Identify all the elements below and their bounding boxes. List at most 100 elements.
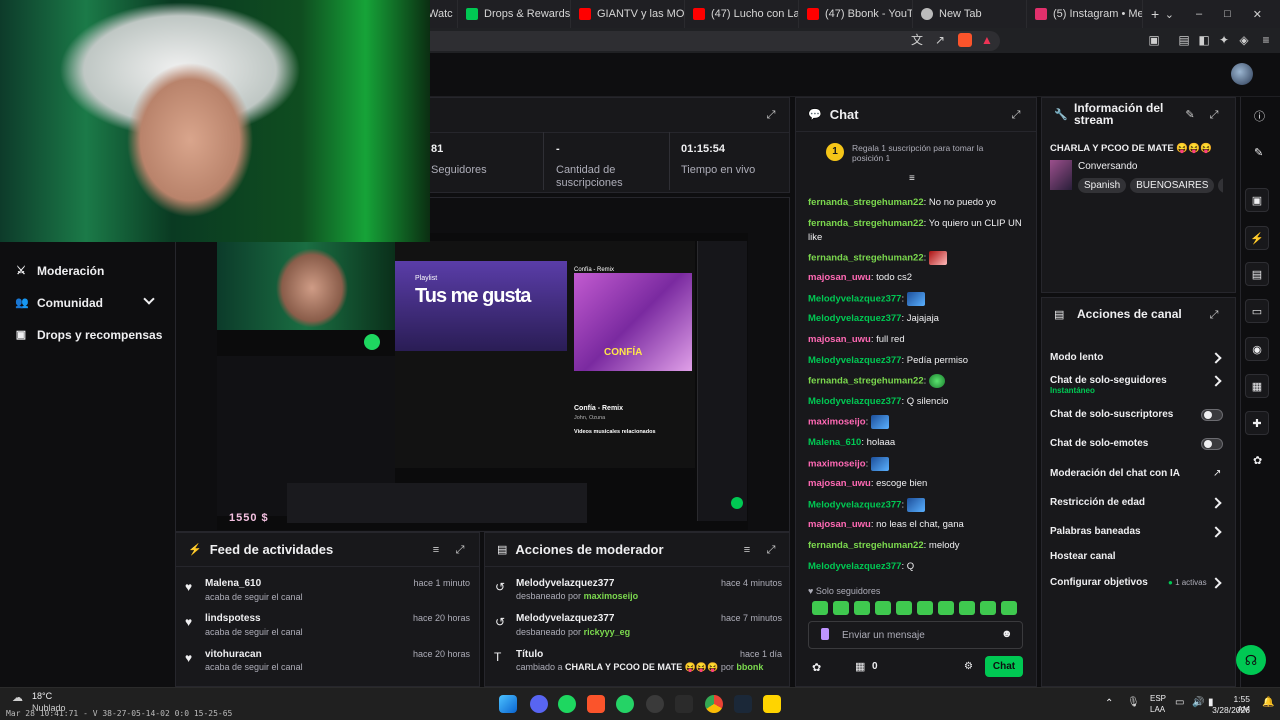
edit-icon[interactable]: ✎ xyxy=(1184,109,1196,121)
filter-icon[interactable]: ≡ xyxy=(741,544,753,556)
chat-username[interactable]: fernanda_stregehuman22 xyxy=(808,252,924,263)
tag-pill[interactable]: Spanish xyxy=(1078,178,1127,193)
brave-rewards-icon[interactable]: ▲ xyxy=(980,33,994,47)
emote-icon[interactable] xyxy=(1001,601,1017,615)
share-icon[interactable]: ↗ xyxy=(933,33,947,47)
capcut-icon[interactable] xyxy=(675,695,693,713)
rail-quick-action-button[interactable]: ✚ xyxy=(1245,411,1269,435)
start-button[interactable] xyxy=(499,695,517,713)
browser-tab[interactable]: GIANTV y las MOSCAS xyxy=(571,0,685,28)
popout-icon[interactable]: ⤢ xyxy=(765,544,777,556)
channel-points-icon[interactable]: ✿ xyxy=(812,661,821,674)
channel-action-item[interactable]: Restricción de edad xyxy=(1050,497,1145,508)
chat-username[interactable]: Malena_610 xyxy=(808,437,861,448)
volume-icon[interactable]: 🔊 xyxy=(1192,697,1204,708)
wallet-icon[interactable]: ◧ xyxy=(1197,33,1211,47)
emote-icon[interactable] xyxy=(980,601,996,615)
chat-username[interactable]: maximoseijo xyxy=(808,417,866,428)
vpn-icon[interactable]: ◈ xyxy=(1237,33,1251,47)
browser-tab[interactable]: New Tab xyxy=(913,0,1027,28)
channel-action-item[interactable]: Moderación del chat con IA xyxy=(1050,468,1180,479)
feed-item-name[interactable]: Malena_610 xyxy=(205,578,261,589)
chat-username[interactable]: Melodyvelazquez377 xyxy=(808,355,901,366)
chat-username[interactable]: fernanda_stregehuman22 xyxy=(808,218,924,229)
rail-quick-action-button[interactable]: ◉ xyxy=(1245,337,1269,361)
browser-tab[interactable]: (47) Bbonk - YouTube xyxy=(799,0,913,28)
help-headset-button[interactable]: ☊ xyxy=(1236,645,1266,675)
chat-username[interactable]: fernanda_stregehuman22 xyxy=(808,197,924,208)
translate-icon[interactable]: 文 xyxy=(910,33,924,47)
emote-icon[interactable] xyxy=(917,601,933,615)
emote-icon[interactable] xyxy=(812,601,828,615)
channel-action-item[interactable]: Configurar objetivos xyxy=(1050,577,1148,588)
popout-icon[interactable]: ⤢ xyxy=(1208,309,1220,321)
feed-item-name[interactable]: lindspotess xyxy=(205,613,261,624)
rail-quick-action-button[interactable]: ⚡ xyxy=(1245,226,1269,250)
emote-icon[interactable] xyxy=(938,601,954,615)
chat-username[interactable]: Melodyvelazquez377 xyxy=(808,499,901,510)
obs-icon[interactable] xyxy=(646,695,664,713)
maximize-button[interactable]: □ xyxy=(1224,8,1231,20)
mic-icon[interactable]: 🎙 xyxy=(1127,697,1140,708)
rail-quick-action-button[interactable]: ▭ xyxy=(1245,299,1269,323)
notification-icon[interactable]: 🔔 xyxy=(1262,697,1274,708)
channel-action-item[interactable]: Chat de solo-suscriptores xyxy=(1050,409,1173,420)
sidebar-toggle-icon[interactable]: ▣ xyxy=(1147,33,1161,47)
toggle-switch[interactable] xyxy=(1201,409,1223,421)
network-icon[interactable]: ▭ xyxy=(1175,697,1184,708)
emote-icon[interactable] xyxy=(896,601,912,615)
sidebar-item-comunidad[interactable]: 👥 Comunidad xyxy=(15,296,103,310)
emote-icon[interactable] xyxy=(854,601,870,615)
browser-tab[interactable]: Drops & Rewards Inver xyxy=(458,0,571,28)
popout-icon[interactable]: ⤢ xyxy=(765,109,777,121)
highlight-message-icon[interactable] xyxy=(821,628,829,640)
chat-username[interactable]: Melodyvelazquez377 xyxy=(808,293,901,304)
user-avatar[interactable] xyxy=(1231,63,1253,85)
pencil-icon[interactable]: ✎ xyxy=(1254,146,1263,159)
tag-pill[interactable]: Es xyxy=(1218,178,1223,193)
chat-username[interactable]: Melodyvelazquez377 xyxy=(808,561,901,572)
channel-action-item[interactable]: Chat de solo-emotes xyxy=(1050,438,1148,449)
reading-list-icon[interactable]: ▤ xyxy=(1177,33,1191,47)
filter-icon[interactable]: ≡ xyxy=(430,544,442,556)
feed-item-name[interactable]: vitohuracan xyxy=(205,649,262,660)
play-button[interactable] xyxy=(364,334,380,350)
emote-picker-icon[interactable]: ☻ xyxy=(1001,628,1013,640)
language-indicator[interactable]: ESP xyxy=(1150,694,1166,703)
steam-icon[interactable] xyxy=(734,695,752,713)
ai-icon[interactable]: ✦ xyxy=(1217,33,1231,47)
chat-username[interactable]: Melodyvelazquez377 xyxy=(808,396,901,407)
extensions-icon[interactable]: ✿ xyxy=(1253,454,1262,467)
emote-icon[interactable] xyxy=(833,601,849,615)
browser-tab[interactable]: (5) Instagram • Messag xyxy=(1027,0,1143,28)
chevron-up-icon[interactable]: ⌃ xyxy=(1105,698,1113,709)
toggle-switch[interactable] xyxy=(1201,438,1223,450)
whatsapp-icon[interactable] xyxy=(616,695,634,713)
brave-shield-icon[interactable] xyxy=(958,33,972,47)
channel-action-item[interactable]: Modo lento xyxy=(1050,352,1103,363)
chat-username[interactable]: maximoseijo xyxy=(808,458,866,469)
sidebar-item-drops[interactable]: ▣ Drops y recompensas xyxy=(15,328,163,342)
minimize-button[interactable]: – xyxy=(1196,8,1202,20)
chat-username[interactable]: majosan_uwu xyxy=(808,272,871,283)
rail-quick-action-button[interactable]: ▤ xyxy=(1245,262,1269,286)
chat-username[interactable]: fernanda_stregehuman22 xyxy=(808,540,924,551)
tab-search-icon[interactable]: ⌄ xyxy=(1165,8,1174,21)
mod-item-name[interactable]: Melodyvelazquez377 xyxy=(516,578,614,589)
chat-username[interactable]: majosan_uwu xyxy=(808,519,871,530)
popout-icon[interactable]: ⤢ xyxy=(1208,109,1220,121)
tag-pill[interactable]: BUENOSAIRES xyxy=(1130,178,1215,193)
weather-icon[interactable]: ☁ xyxy=(12,691,23,704)
discord-icon[interactable] xyxy=(530,695,548,713)
chat-input[interactable]: Enviar un mensaje ☻ xyxy=(808,621,1023,649)
category-name[interactable]: Conversando xyxy=(1078,161,1137,172)
new-tab-button[interactable]: + xyxy=(1143,0,1167,28)
chat-username[interactable]: majosan_uwu xyxy=(808,478,871,489)
browser-tab[interactable]: (47) Lucho con La Gen xyxy=(685,0,799,28)
close-button[interactable]: ✕ xyxy=(1253,8,1262,21)
channel-action-item[interactable]: Palabras baneadas xyxy=(1050,526,1141,537)
sidebar-item-moderacion[interactable]: ⚔ Moderación xyxy=(15,264,104,278)
rail-quick-action-button[interactable]: ▦ xyxy=(1245,374,1269,398)
file-explorer-icon[interactable] xyxy=(763,695,781,713)
stream-preview-video[interactable]: Playlist Tus me gusta CONFÍA Confía - Re… xyxy=(217,233,748,530)
